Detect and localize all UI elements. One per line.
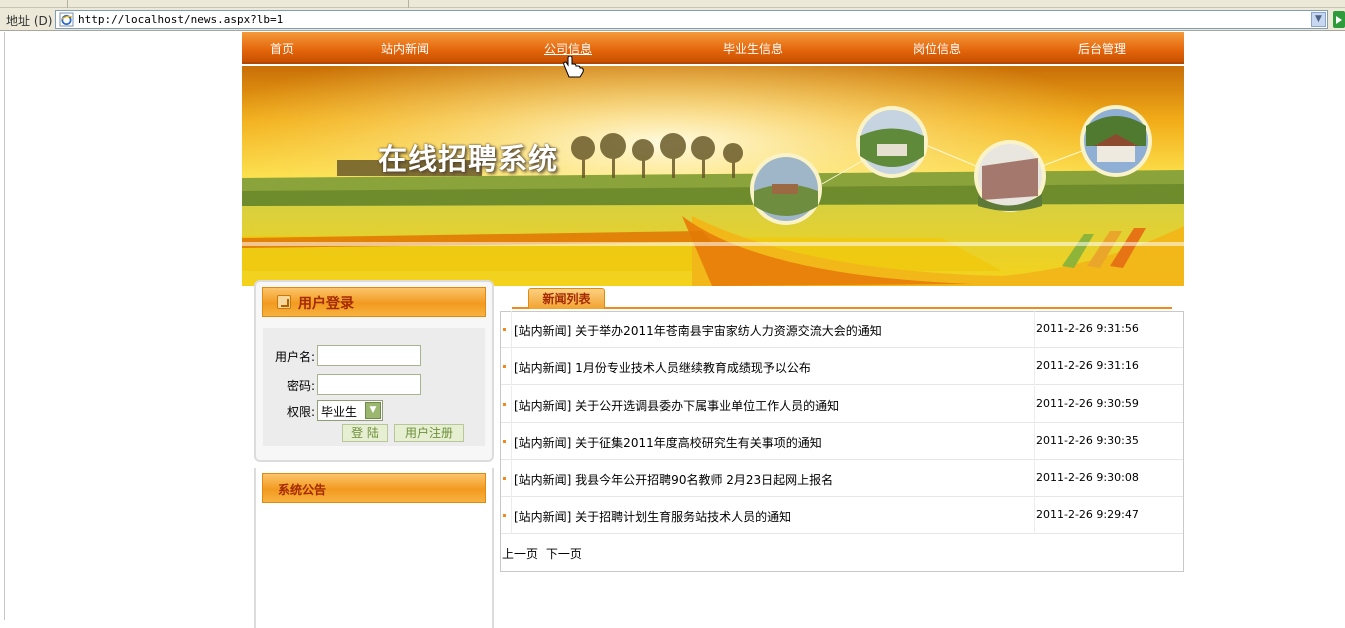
photo-circle <box>750 153 822 225</box>
news-row: [站内新闻] 关于举办2011年苍南县宇宙家纺人力资源交流大会的通知 2011-… <box>501 311 1183 348</box>
column-divider <box>1034 348 1035 385</box>
login-button[interactable]: 登 陆 <box>342 424 388 442</box>
login-title: 用户登录 <box>298 296 354 312</box>
go-arrow-icon[interactable] <box>1333 11 1345 28</box>
column-divider <box>1034 460 1035 497</box>
next-page-link[interactable]: 下一页 <box>546 547 582 561</box>
bullet-icon <box>503 403 506 406</box>
hand-cursor-icon <box>563 56 584 78</box>
column-divider <box>511 497 512 534</box>
news-time: 2011-2-26 9:30:59 <box>1036 397 1139 410</box>
news-time: 2011-2-26 9:30:08 <box>1036 471 1139 484</box>
news-title-link[interactable]: [站内新闻] 关于征集2011年度高校研究生有关事项的通知 <box>514 434 822 451</box>
column-divider <box>511 460 512 497</box>
news-title-link[interactable]: [站内新闻] 关于举办2011年苍南县宇宙家纺人力资源交流大会的通知 <box>514 322 882 339</box>
column-divider <box>1034 311 1035 348</box>
bullet-icon <box>503 477 506 480</box>
dropdown-arrow-icon[interactable]: ▼ <box>1311 12 1326 27</box>
news-title-link[interactable]: [站内新闻] 1月份专业技术人员继续教育成绩现予以公布 <box>514 359 811 376</box>
tab-news-list[interactable]: 新闻列表 <box>528 288 605 309</box>
column-divider <box>1034 423 1035 460</box>
news-title-link[interactable]: [站内新闻] 关于招聘计划生育服务站技术人员的通知 <box>514 508 791 525</box>
news-row: [站内新闻] 1月份专业技术人员继续教育成绩现予以公布 2011-2-26 9:… <box>501 348 1183 385</box>
url-text: http://localhost/news.aspx?lb=1 <box>78 13 284 26</box>
role-select-value: 毕业生 <box>321 405 358 419</box>
column-divider <box>511 311 512 348</box>
news-time: 2011-2-26 9:29:47 <box>1036 508 1139 521</box>
toolbar-segment <box>0 0 68 8</box>
prev-page-link[interactable]: 上一页 <box>502 547 538 561</box>
nav-item-home[interactable]: 首页 <box>270 40 294 57</box>
bullet-icon <box>503 440 506 443</box>
address-bar: 地址 (D) http://localhost/news.aspx?lb=1 ▼ <box>0 8 1345 31</box>
ie-page-icon <box>59 12 74 27</box>
banner-title: 在线招聘系统 <box>378 142 559 176</box>
nav-item-admin[interactable]: 后台管理 <box>1078 40 1126 57</box>
nav-item-site-news[interactable]: 站内新闻 <box>381 40 429 57</box>
photo-circle <box>1080 105 1152 177</box>
chevron-down-icon[interactable]: ▼ <box>365 402 381 419</box>
address-input[interactable]: http://localhost/news.aspx?lb=1 ▼ <box>55 10 1328 29</box>
address-label: 地址 (D) <box>6 14 53 28</box>
role-label: 权限: <box>286 405 315 419</box>
bullet-icon <box>503 514 506 517</box>
bullet-icon <box>503 328 506 331</box>
login-header-icon <box>277 295 291 309</box>
nav-item-graduate-info[interactable]: 毕业生信息 <box>723 40 783 57</box>
nav-item-company-info[interactable]: 公司信息 <box>544 40 592 57</box>
register-button[interactable]: 用户注册 <box>394 424 464 442</box>
nav-item-job-info[interactable]: 岗位信息 <box>913 40 961 57</box>
news-row: [站内新闻] 关于招聘计划生育服务站技术人员的通知 2011-2-26 9:29… <box>501 497 1183 534</box>
photo-circle <box>856 106 928 178</box>
browser-toolbar-strip <box>0 0 1345 8</box>
login-panel-header: 用户登录 <box>262 287 486 317</box>
top-nav: 首页 站内新闻 公司信息 毕业生信息 岗位信息 后台管理 <box>242 32 1184 64</box>
column-divider <box>1034 497 1035 534</box>
banner: 在线招聘系统 <box>242 66 1184 286</box>
tab-underline <box>512 307 1172 309</box>
news-time: 2011-2-26 9:31:16 <box>1036 359 1139 372</box>
page-border <box>4 32 5 620</box>
username-input[interactable] <box>317 345 421 366</box>
column-divider <box>511 386 512 423</box>
password-input[interactable] <box>317 374 421 395</box>
role-select[interactable]: 毕业生 ▼ <box>317 400 383 421</box>
news-time: 2011-2-26 9:30:35 <box>1036 434 1139 447</box>
notice-title: 系统公告 <box>278 483 327 497</box>
news-row: [站内新闻] 关于征集2011年度高校研究生有关事项的通知 2011-2-26 … <box>501 423 1183 460</box>
password-label: 密码: <box>286 379 315 393</box>
news-row: [站内新闻] 我县今年公开招聘90名教师 2月23日起网上报名 2011-2-2… <box>501 460 1183 497</box>
photo-circle <box>974 140 1046 212</box>
news-title-link[interactable]: [站内新闻] 关于公开选调县委办下属事业单位工作人员的通知 <box>514 397 839 414</box>
bullet-icon <box>503 365 506 368</box>
column-divider <box>511 348 512 385</box>
username-label: 用户名: <box>274 350 315 364</box>
toolbar-segment <box>68 0 409 8</box>
news-time: 2011-2-26 9:31:56 <box>1036 322 1139 335</box>
news-row: [站内新闻] 关于公开选调县委办下属事业单位工作人员的通知 2011-2-26 … <box>501 386 1183 423</box>
column-divider <box>511 423 512 460</box>
pager: 上一页 下一页 <box>502 545 586 562</box>
notice-panel-header: 系统公告 <box>262 473 486 503</box>
column-divider <box>1034 386 1035 423</box>
news-title-link[interactable]: [站内新闻] 我县今年公开招聘90名教师 2月23日起网上报名 <box>514 471 833 488</box>
